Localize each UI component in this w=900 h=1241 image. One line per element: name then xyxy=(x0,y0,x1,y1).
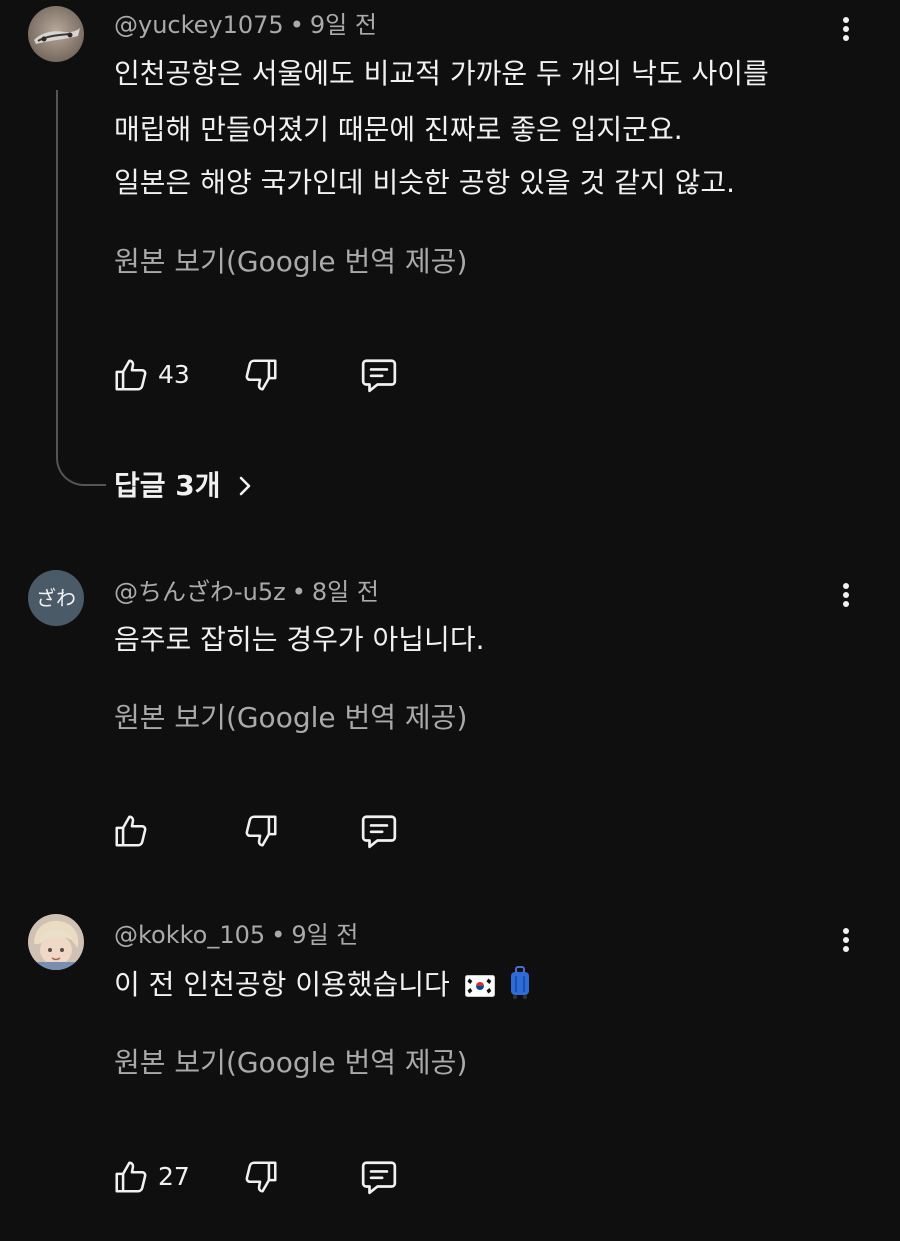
more-vertical-icon xyxy=(843,583,849,589)
luggage-emoji-icon xyxy=(510,966,529,999)
reply-button[interactable] xyxy=(358,350,400,400)
more-dot xyxy=(843,26,849,32)
comment-text-line: 일본은 해양 국가인데 비슷한 공항 있을 것 같지 않고. xyxy=(114,166,736,199)
more-dot xyxy=(843,937,849,943)
like-count: 43 xyxy=(158,360,190,389)
comment-text-line: 이 전 인천공항 이용했습니다 xyxy=(114,965,532,1005)
meta-separator: • xyxy=(271,921,286,949)
thread-connector-line xyxy=(56,90,106,486)
more-dot xyxy=(843,601,849,607)
dislike-button[interactable] xyxy=(242,1152,280,1202)
meta-separator: • xyxy=(289,11,304,39)
see-original-link[interactable]: 원본 보기(Google 번역 제공) xyxy=(114,698,467,738)
comment-reply-icon xyxy=(358,356,400,394)
like-button[interactable] xyxy=(112,806,158,856)
comment-text: 이 전 인천공항 이용했습니다 xyxy=(114,968,450,1001)
username[interactable]: @ちんざわ-u5z xyxy=(114,578,286,606)
username[interactable]: @yuckey1075 xyxy=(114,11,284,39)
timestamp[interactable]: 9일 전 xyxy=(291,921,358,949)
avatar[interactable] xyxy=(28,914,84,970)
comment-reply-icon xyxy=(358,1158,400,1196)
comment-meta: @kokko_105 • 9일 전 xyxy=(114,920,358,950)
more-dot xyxy=(843,35,849,41)
comment-meta: @ちんざわ-u5z • 8일 전 xyxy=(114,577,379,607)
thumbs-up-icon xyxy=(112,1158,150,1196)
more-dot xyxy=(843,592,849,598)
thumbs-up-icon xyxy=(112,356,150,394)
more-options-button[interactable] xyxy=(834,925,858,965)
comment-reply-icon xyxy=(358,812,400,850)
more-vertical-icon xyxy=(843,928,849,934)
comment-meta: @yuckey1075 • 9일 전 xyxy=(114,10,377,40)
comment-text-line: 음주로 잡히는 경우가 아닙니다. xyxy=(114,623,485,656)
avatar[interactable]: ざわ xyxy=(28,570,84,626)
username[interactable]: @kokko_105 xyxy=(114,921,265,949)
more-dot xyxy=(843,946,849,952)
replies-label: 답글 3개 xyxy=(114,469,221,502)
dislike-button[interactable] xyxy=(242,350,280,400)
timestamp[interactable]: 9일 전 xyxy=(310,11,377,39)
more-vertical-icon xyxy=(843,17,849,23)
dislike-button[interactable] xyxy=(242,806,280,856)
see-original-link[interactable]: 원본 보기(Google 번역 제공) xyxy=(114,242,467,282)
avatar[interactable] xyxy=(28,6,84,62)
like-count: 27 xyxy=(158,1162,190,1191)
thumbs-down-icon xyxy=(242,356,280,394)
meta-separator: • xyxy=(291,578,306,606)
like-button[interactable]: 27 xyxy=(112,1152,190,1202)
chevron-right-icon xyxy=(221,474,253,498)
thumbs-up-icon xyxy=(112,812,150,850)
comment-text-line: 인천공항은 서울에도 비교적 가까운 두 개의 낙도 사이를 xyxy=(114,57,769,90)
thumbs-down-icon xyxy=(242,1158,280,1196)
more-options-button[interactable] xyxy=(834,14,858,54)
view-replies-button[interactable]: 답글 3개 xyxy=(114,466,253,506)
see-original-link[interactable]: 원본 보기(Google 번역 제공) xyxy=(114,1043,467,1083)
like-button[interactable]: 43 xyxy=(112,350,190,400)
comment-text-line: 매립해 만들어졌기 때문에 진짜로 좋은 입지군요. xyxy=(114,113,683,146)
thumbs-down-icon xyxy=(242,812,280,850)
reply-button[interactable] xyxy=(358,1152,400,1202)
reply-button[interactable] xyxy=(358,806,400,856)
avatar-initials: ざわ xyxy=(36,586,76,610)
more-options-button[interactable] xyxy=(834,580,858,620)
korea-flag-emoji-icon xyxy=(464,975,495,997)
timestamp[interactable]: 8일 전 xyxy=(312,578,379,606)
